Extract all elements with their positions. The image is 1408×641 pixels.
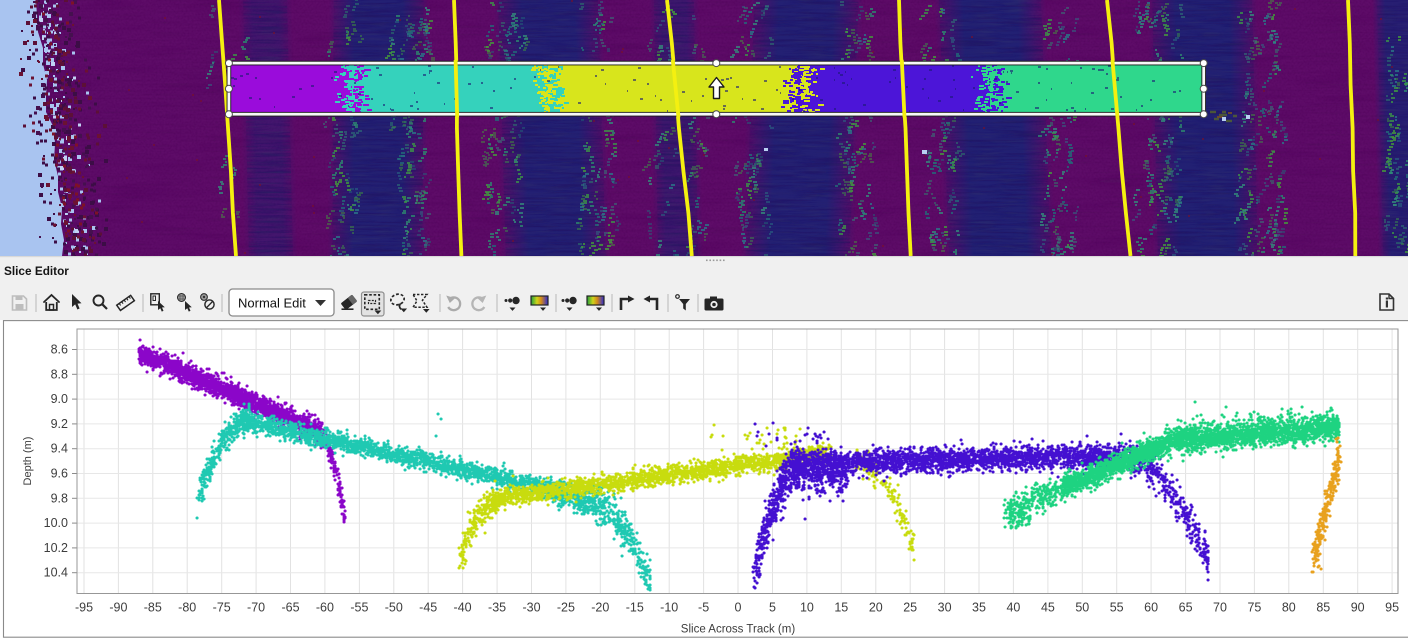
svg-text:5: 5 bbox=[769, 601, 776, 615]
svg-text:20: 20 bbox=[869, 601, 883, 615]
svg-text:Normal Edit: Normal Edit bbox=[238, 296, 306, 311]
svg-text:55: 55 bbox=[1110, 601, 1124, 615]
svg-text:9.4: 9.4 bbox=[51, 442, 68, 456]
svg-text:-30: -30 bbox=[522, 601, 540, 615]
svg-text:-65: -65 bbox=[281, 601, 299, 615]
svg-text:80: 80 bbox=[1282, 601, 1296, 615]
svg-text:-55: -55 bbox=[350, 601, 368, 615]
svg-text:10.2: 10.2 bbox=[44, 541, 68, 555]
svg-text:-10: -10 bbox=[660, 601, 678, 615]
svg-text:9.6: 9.6 bbox=[51, 467, 68, 481]
svg-text:15: 15 bbox=[834, 601, 848, 615]
svg-text:25: 25 bbox=[903, 601, 917, 615]
svg-text:Slice Editor: Slice Editor bbox=[4, 264, 69, 278]
svg-text:-45: -45 bbox=[419, 601, 437, 615]
svg-text:45: 45 bbox=[1041, 601, 1055, 615]
svg-text:0: 0 bbox=[735, 601, 742, 615]
svg-text:85: 85 bbox=[1316, 601, 1330, 615]
svg-text:8.8: 8.8 bbox=[51, 367, 68, 381]
svg-text:Slice Across Track (m): Slice Across Track (m) bbox=[681, 624, 796, 636]
svg-text:8.6: 8.6 bbox=[51, 343, 68, 357]
svg-text:-60: -60 bbox=[316, 601, 334, 615]
svg-text:10: 10 bbox=[800, 601, 814, 615]
svg-text:-40: -40 bbox=[454, 601, 472, 615]
svg-text:35: 35 bbox=[972, 601, 986, 615]
svg-text:50: 50 bbox=[1075, 601, 1089, 615]
svg-text:-90: -90 bbox=[109, 601, 127, 615]
svg-text:-5: -5 bbox=[698, 601, 709, 615]
svg-text:30: 30 bbox=[938, 601, 952, 615]
svg-text:-15: -15 bbox=[626, 601, 644, 615]
svg-text:10.4: 10.4 bbox=[44, 566, 68, 580]
svg-text:65: 65 bbox=[1179, 601, 1193, 615]
svg-text:Depth (m): Depth (m) bbox=[22, 437, 34, 486]
svg-text:-95: -95 bbox=[75, 601, 93, 615]
svg-text:-35: -35 bbox=[488, 601, 506, 615]
svg-text:-25: -25 bbox=[557, 601, 575, 615]
svg-text:95: 95 bbox=[1385, 601, 1399, 615]
svg-text:60: 60 bbox=[1144, 601, 1158, 615]
svg-text:10.0: 10.0 bbox=[44, 516, 68, 530]
svg-text:9.0: 9.0 bbox=[51, 392, 68, 406]
svg-text:-80: -80 bbox=[178, 601, 196, 615]
svg-text:9.8: 9.8 bbox=[51, 491, 68, 505]
svg-text:-50: -50 bbox=[385, 601, 403, 615]
svg-text:9.2: 9.2 bbox=[51, 417, 68, 431]
svg-text:-75: -75 bbox=[213, 601, 231, 615]
svg-text:90: 90 bbox=[1351, 601, 1365, 615]
svg-text:-20: -20 bbox=[591, 601, 609, 615]
svg-text:75: 75 bbox=[1247, 601, 1261, 615]
svg-text:40: 40 bbox=[1006, 601, 1020, 615]
svg-text:-70: -70 bbox=[247, 601, 265, 615]
svg-text:-85: -85 bbox=[144, 601, 162, 615]
svg-text:70: 70 bbox=[1213, 601, 1227, 615]
